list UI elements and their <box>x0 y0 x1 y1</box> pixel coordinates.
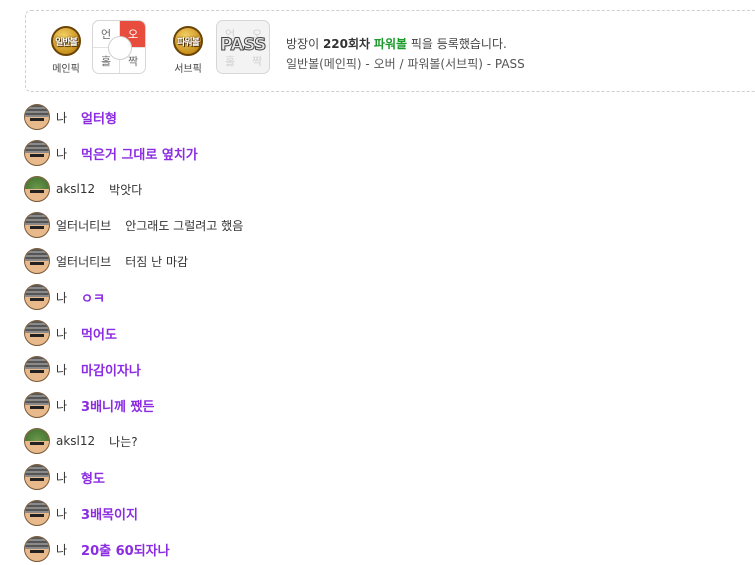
chat-message: 얼터너티브 터짐 난 마감 <box>24 247 188 275</box>
chat-nickname[interactable]: 나 <box>56 541 67 558</box>
user-avatar-icon[interactable] <box>24 248 50 274</box>
grid-center-dot <box>108 36 132 60</box>
main-pick-caption: 메인픽 <box>52 64 80 75</box>
chat-message-text: 얼터형 <box>81 111 117 127</box>
sub-pick-caption: 서브픽 <box>174 64 202 75</box>
chat-message: 나 형도 <box>24 463 105 491</box>
chat-message-text: 나는? <box>109 434 138 449</box>
chat-message: 나 먹은거 그대로 옆치가 <box>24 139 198 167</box>
user-avatar-icon[interactable] <box>24 140 50 166</box>
chat-message: 나 먹어도 <box>24 319 117 347</box>
chat-nickname[interactable]: 나 <box>56 325 67 342</box>
chat-message-text: 먹어도 <box>81 327 117 343</box>
chat-message: aksl12 박앗다 <box>24 175 142 203</box>
chat-message-text: 마감이자나 <box>81 363 141 379</box>
chat-nickname[interactable]: 나 <box>56 145 67 162</box>
user-avatar-icon[interactable] <box>24 212 50 238</box>
chat-nickname[interactable]: 나 <box>56 289 67 306</box>
user-avatar-icon[interactable] <box>24 392 50 418</box>
chat-nickname[interactable]: 얼터너티브 <box>56 217 111 234</box>
chat-message-text: 안그래도 그럴려고 했음 <box>125 218 244 233</box>
user-avatar-icon[interactable] <box>24 464 50 490</box>
chat-message: 나 3배목이지 <box>24 499 138 527</box>
sub-pick-grid: 언 오 홀 짝 PASS <box>216 20 270 74</box>
chat-message-text: 3배목이지 <box>81 507 138 523</box>
chat-nickname[interactable]: aksl12 <box>56 182 95 196</box>
normal-ball-coin-icon: 일반볼 <box>51 26 81 56</box>
user-avatar-icon[interactable] <box>24 356 50 382</box>
user-avatar-icon[interactable] <box>24 104 50 130</box>
chat-nickname[interactable]: 나 <box>56 469 67 486</box>
sub-pick-badge: 파워볼 서브픽 <box>170 26 206 75</box>
chat-message-text: ㅇㅋ <box>81 291 105 307</box>
main-pick-grid: 언 오 홀 짝 <box>92 20 146 74</box>
chat-message: 나 ㅇㅋ <box>24 283 105 311</box>
chat-nickname[interactable]: aksl12 <box>56 434 95 448</box>
chat-message: 나 20출 60되자나 <box>24 535 170 563</box>
chat-message-text: 형도 <box>81 471 105 487</box>
chat-message: 나 얼터형 <box>24 103 117 131</box>
chat-message: 나 마감이자나 <box>24 355 141 383</box>
chat-message: 얼터너티브 안그래도 그럴려고 했음 <box>24 211 243 239</box>
chat-message: aksl12 나는? <box>24 427 138 455</box>
chat-message-text: 3배니께 쨌든 <box>81 399 155 415</box>
chat-nickname[interactable]: 나 <box>56 397 67 414</box>
user-avatar-icon[interactable] <box>24 536 50 562</box>
user-avatar-icon[interactable] <box>24 428 50 454</box>
chat-message: 나 3배니께 쨌든 <box>24 391 154 419</box>
chat-nickname[interactable]: 나 <box>56 109 67 126</box>
user-avatar-icon[interactable] <box>24 500 50 526</box>
chat-nickname[interactable]: 나 <box>56 361 67 378</box>
chat-message-text: 박앗다 <box>109 182 143 197</box>
chat-message-text: 20출 60되자나 <box>81 543 170 559</box>
chat-nickname[interactable]: 얼터너티브 <box>56 253 111 270</box>
user-avatar-icon[interactable] <box>24 284 50 310</box>
pick-summary: 일반볼(메인픽) - 오버 / 파워볼(서브픽) - PASS <box>286 57 525 71</box>
pass-label: PASS <box>220 35 267 56</box>
power-ball-coin-icon: 파워볼 <box>173 26 203 56</box>
powerball-label: 파워볼 <box>373 37 408 51</box>
chat-message-text: 먹은거 그대로 옆치가 <box>81 147 198 163</box>
user-avatar-icon[interactable] <box>24 176 50 202</box>
main-pick-badge: 일반볼 메인픽 <box>48 26 84 75</box>
user-avatar-icon[interactable] <box>24 320 50 346</box>
pick-announcement-text: 방장이 220회차 파워볼 픽을 등록했습니다. <box>286 37 507 51</box>
chat-message-text: 터짐 난 마감 <box>125 254 189 269</box>
round-number: 220회차 <box>322 37 371 51</box>
chat-nickname[interactable]: 나 <box>56 505 67 522</box>
